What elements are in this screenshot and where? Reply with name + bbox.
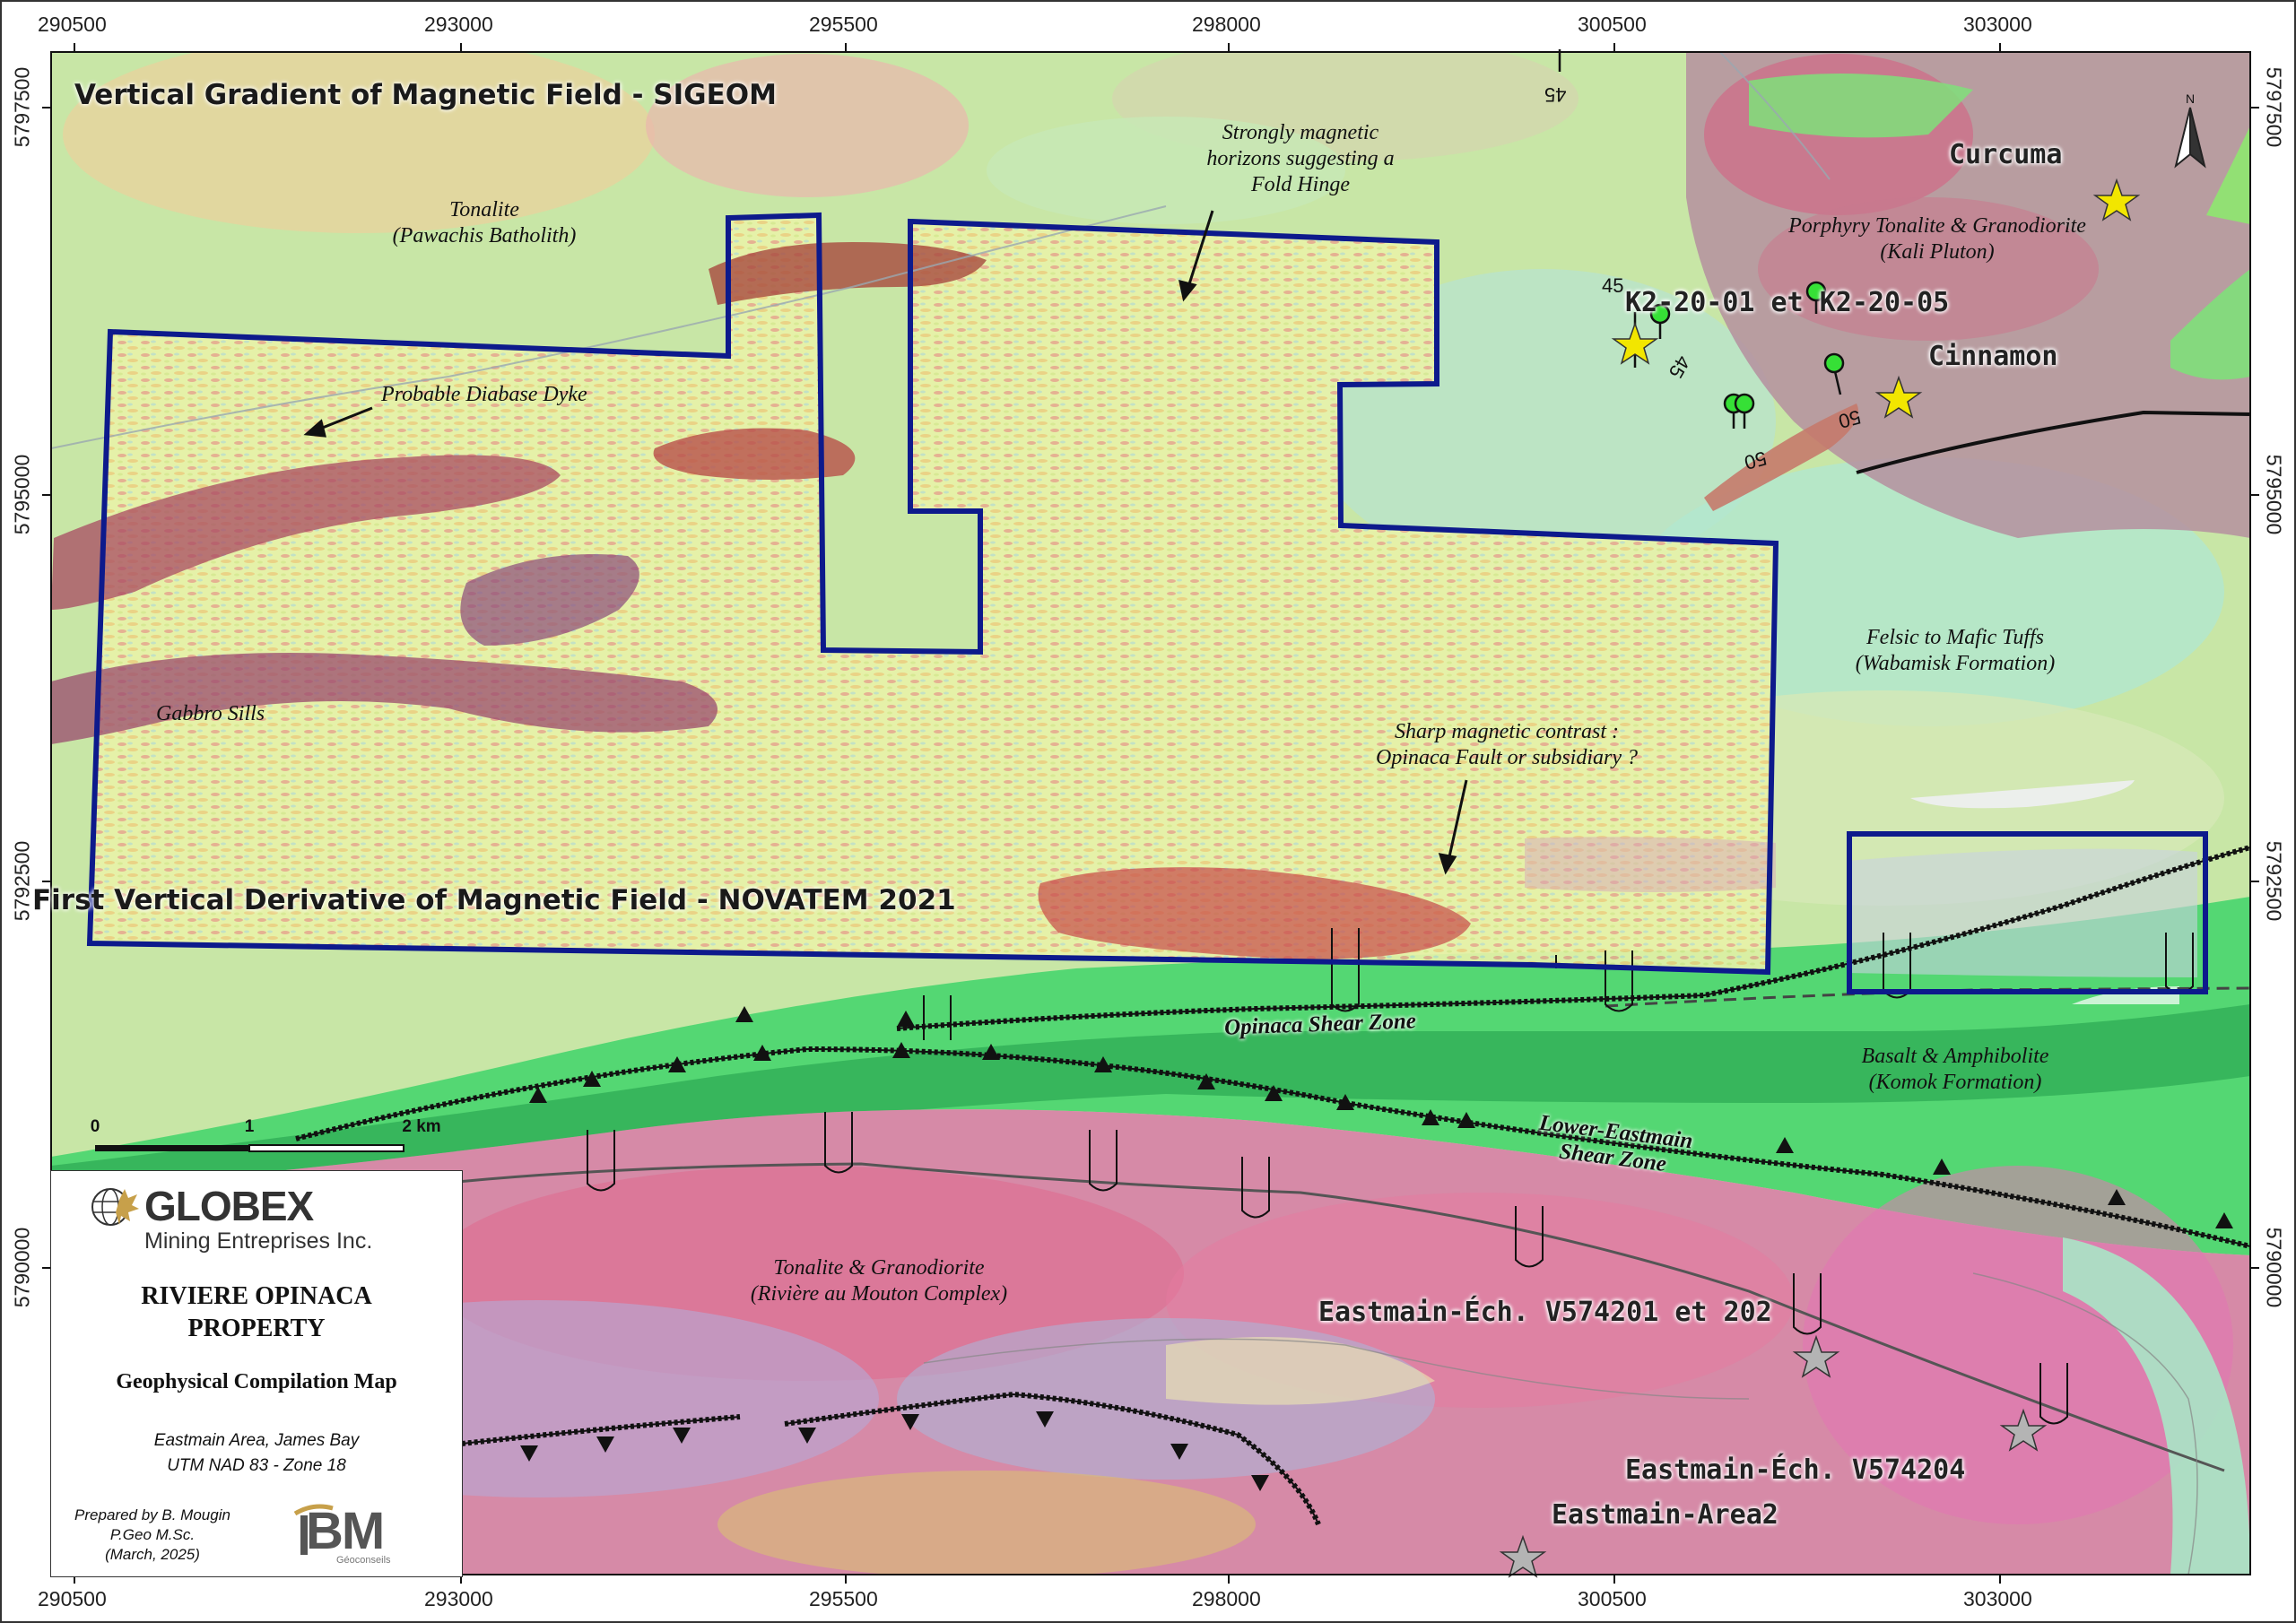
area-text: Eastmain Area, James Bay bbox=[153, 1431, 360, 1450]
unit-tonalite: Tonalite (Pawachis Batholith) bbox=[392, 198, 577, 247]
scale-tick-2: 2 km bbox=[402, 1117, 440, 1136]
map-title-top: Vertical Gradient of Magnetic Field - SI… bbox=[74, 79, 777, 111]
unit-kali-pluton: Porphyry Tonalite & Granodiorite (Kali Pl… bbox=[1788, 214, 2086, 264]
note-fold-hinge: Strongly magnetic horizons suggesting a … bbox=[1206, 121, 1395, 196]
note-gabbro-sills: Gabbro Sills bbox=[156, 702, 265, 725]
bm-logo-subtext: Géoconseils bbox=[336, 1555, 391, 1566]
y-label-left-2: 5792500 bbox=[10, 840, 34, 922]
note-diabase-dyke: Probable Diabase Dyke bbox=[381, 383, 587, 406]
prepared-by-line1: Prepared by B. Mougin bbox=[74, 1506, 230, 1523]
unit-komok: Basalt & Amphibolite (Komok Formation) bbox=[1861, 1045, 2049, 1094]
x-label-top-2: 295500 bbox=[809, 13, 878, 36]
label-cinnamon: Cinnamon bbox=[1928, 341, 2058, 372]
bm-geoconseils-logo: BM Géoconseils bbox=[286, 1496, 439, 1567]
y-label-right-0: 5797500 bbox=[2262, 66, 2286, 148]
y-label-left-3: 5790000 bbox=[10, 1227, 34, 1308]
unit-riviere-mouton: Tonalite & Granodiorite (Rivière au Mouto… bbox=[750, 1256, 1008, 1306]
scale-tick-1: 1 bbox=[245, 1117, 255, 1136]
y-label-right-3: 5790000 bbox=[2262, 1227, 2286, 1308]
map-title-middle: First Vertical Derivative of Magnetic Fi… bbox=[32, 884, 956, 916]
label-eastmain-ech-v574201: Eastmain-Éch. V574201 et 202 bbox=[1318, 1297, 1772, 1328]
y-label-right-2: 5792500 bbox=[2262, 840, 2286, 922]
x-label-bottom-2: 295500 bbox=[809, 1587, 878, 1610]
property-name-line1: RIVIERE OPINACA bbox=[141, 1282, 372, 1310]
title-block: GLOBEX Mining Entreprises Inc. RIVIERE O… bbox=[50, 1170, 463, 1577]
x-label-bottom-0: 290500 bbox=[38, 1587, 107, 1610]
x-label-top-5: 303000 bbox=[1963, 13, 2032, 36]
note-magnetic-contrast: Sharp magnetic contrast : Opinaca Fault … bbox=[1376, 720, 1638, 769]
y-label-left-1: 5795000 bbox=[10, 454, 34, 535]
bm-logo-text: BM bbox=[306, 1502, 385, 1560]
x-label-bottom-5: 303000 bbox=[1963, 1587, 2032, 1610]
x-label-bottom-3: 298000 bbox=[1192, 1587, 1261, 1610]
label-curcuma: Curcuma bbox=[1949, 139, 2063, 170]
map-type: Geophysical Compilation Map bbox=[116, 1370, 397, 1393]
y-label-left-0: 5797500 bbox=[10, 66, 34, 148]
x-label-bottom-4: 300500 bbox=[1578, 1587, 1647, 1610]
dip-label-0: 45 bbox=[1544, 83, 1567, 106]
label-k2-drillholes: K2-20-01 et K2-20-05 bbox=[1625, 287, 1950, 318]
projection-text: UTM NAD 83 - Zone 18 bbox=[167, 1456, 346, 1475]
x-label-top-1: 293000 bbox=[424, 13, 493, 36]
prepared-by-line2: P.Geo M.Sc. bbox=[109, 1526, 196, 1543]
company-name: GLOBEX bbox=[144, 1183, 314, 1229]
x-label-top-0: 290500 bbox=[38, 13, 107, 36]
unit-wabamisk: Felsic to Mafic Tuffs (Wabamisk Formation… bbox=[1855, 626, 2056, 675]
north-label: N bbox=[2186, 91, 2195, 106]
scale-tick-0: 0 bbox=[91, 1117, 100, 1136]
globex-logo-icon bbox=[89, 1182, 139, 1232]
company-subtitle: Mining Entreprises Inc. bbox=[144, 1228, 373, 1254]
x-label-top-3: 298000 bbox=[1192, 13, 1261, 36]
property-name-line2: PROPERTY bbox=[187, 1315, 326, 1342]
prepared-by-line3: (March, 2025) bbox=[105, 1546, 200, 1563]
x-label-top-4: 300500 bbox=[1578, 13, 1647, 36]
x-label-bottom-1: 293000 bbox=[424, 1587, 493, 1610]
label-eastmain-area2: Eastmain-Area2 bbox=[1552, 1499, 1779, 1531]
dip-label-1: 45 bbox=[1602, 274, 1624, 297]
y-label-right-1: 5795000 bbox=[2262, 454, 2286, 535]
label-eastmain-ech-v574204: Eastmain-Éch. V574204 bbox=[1625, 1454, 1966, 1486]
